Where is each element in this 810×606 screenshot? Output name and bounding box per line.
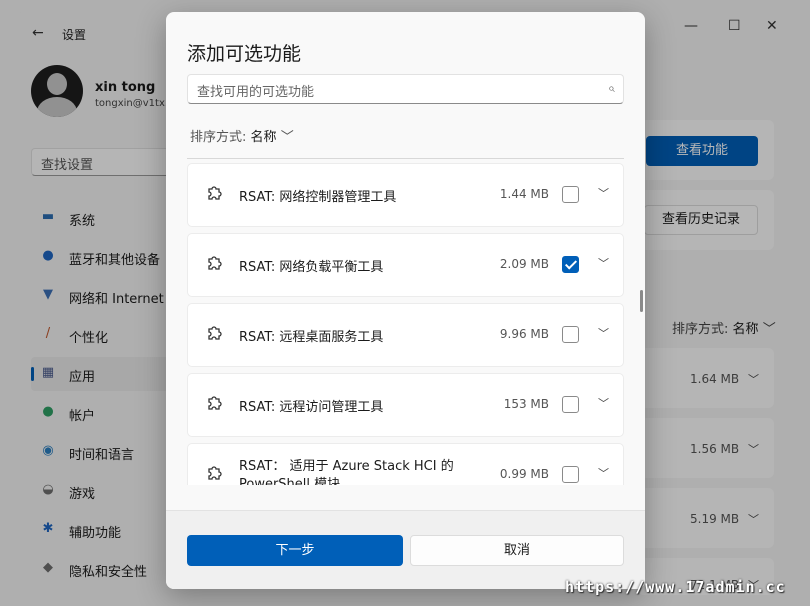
cancel-button[interactable]: 取消 [410, 535, 624, 566]
puzzle-icon [208, 326, 222, 340]
search-icon[interactable]: ⌕ [608, 81, 615, 96]
chevron-down-icon[interactable]: ﹀ [598, 465, 609, 481]
feature-name: RSAT: 网络控制器管理工具 [239, 190, 397, 205]
feature-name: RSAT: 远程桌面服务工具 [239, 330, 384, 345]
chevron-down-icon: ﹀ [280, 130, 294, 145]
watermark-text: https://www.17admin.cc [565, 578, 786, 596]
feature-size: 9.96 MB [499, 327, 549, 341]
feature-search-input[interactable]: 查找可用的可选功能 ⌕ [187, 74, 624, 104]
feature-row[interactable]: RSAT: 网络负载平衡工具 2.09 MB ﹀ [187, 233, 624, 297]
next-button[interactable]: 下一步 [187, 535, 403, 566]
feature-checkbox[interactable] [562, 256, 579, 273]
feature-size: 2.09 MB [499, 257, 549, 271]
dialog-title: 添加可选功能 [187, 43, 302, 65]
feature-checkbox[interactable] [562, 186, 579, 203]
feature-row[interactable]: RSAT: 远程桌面服务工具 9.96 MB ﹀ [187, 303, 624, 367]
feature-size: 153 MB [503, 397, 549, 411]
feature-checkbox[interactable] [562, 326, 579, 343]
feature-row[interactable]: RSAT: 网络控制器管理工具 1.44 MB ﹀ [187, 163, 624, 227]
puzzle-icon [208, 186, 222, 200]
feature-name: RSAT: 网络负载平衡工具 [239, 260, 384, 275]
feature-list: RSAT: 网络控制器管理工具 1.44 MB ﹀ RSAT: 网络负载平衡工具… [187, 159, 624, 485]
feature-row[interactable]: RSAT: 远程访问管理工具 153 MB ﹀ [187, 373, 624, 437]
feature-checkbox[interactable] [562, 396, 579, 413]
search-placeholder: 查找可用的可选功能 [197, 85, 315, 100]
chevron-down-icon[interactable]: ﹀ [598, 395, 609, 411]
feature-size: 1.44 MB [499, 187, 549, 201]
feature-checkbox[interactable] [562, 466, 579, 483]
chevron-down-icon[interactable]: ﹀ [598, 325, 609, 341]
puzzle-icon [208, 466, 222, 480]
add-optional-feature-dialog: 添加可选功能 查找可用的可选功能 ⌕ 排序方式: 名称 ﹀ RSAT: 网络控制… [166, 12, 645, 589]
feature-name: RSAT: 远程访问管理工具 [239, 400, 384, 415]
puzzle-icon [208, 256, 222, 270]
feature-row[interactable]: RSAT： 适用于 Azure Stack HCI 的 PowerShell 模… [187, 443, 624, 485]
chevron-down-icon[interactable]: ﹀ [598, 185, 609, 201]
feature-size: 0.99 MB [499, 467, 549, 481]
feature-name: RSAT： 适用于 Azure Stack HCI 的 PowerShell 模… [239, 459, 454, 485]
chevron-down-icon[interactable]: ﹀ [598, 255, 609, 271]
scrollbar-thumb[interactable] [640, 290, 643, 312]
sort-dropdown[interactable]: 排序方式: 名称 ﹀ [190, 126, 294, 145]
puzzle-icon [208, 396, 222, 410]
